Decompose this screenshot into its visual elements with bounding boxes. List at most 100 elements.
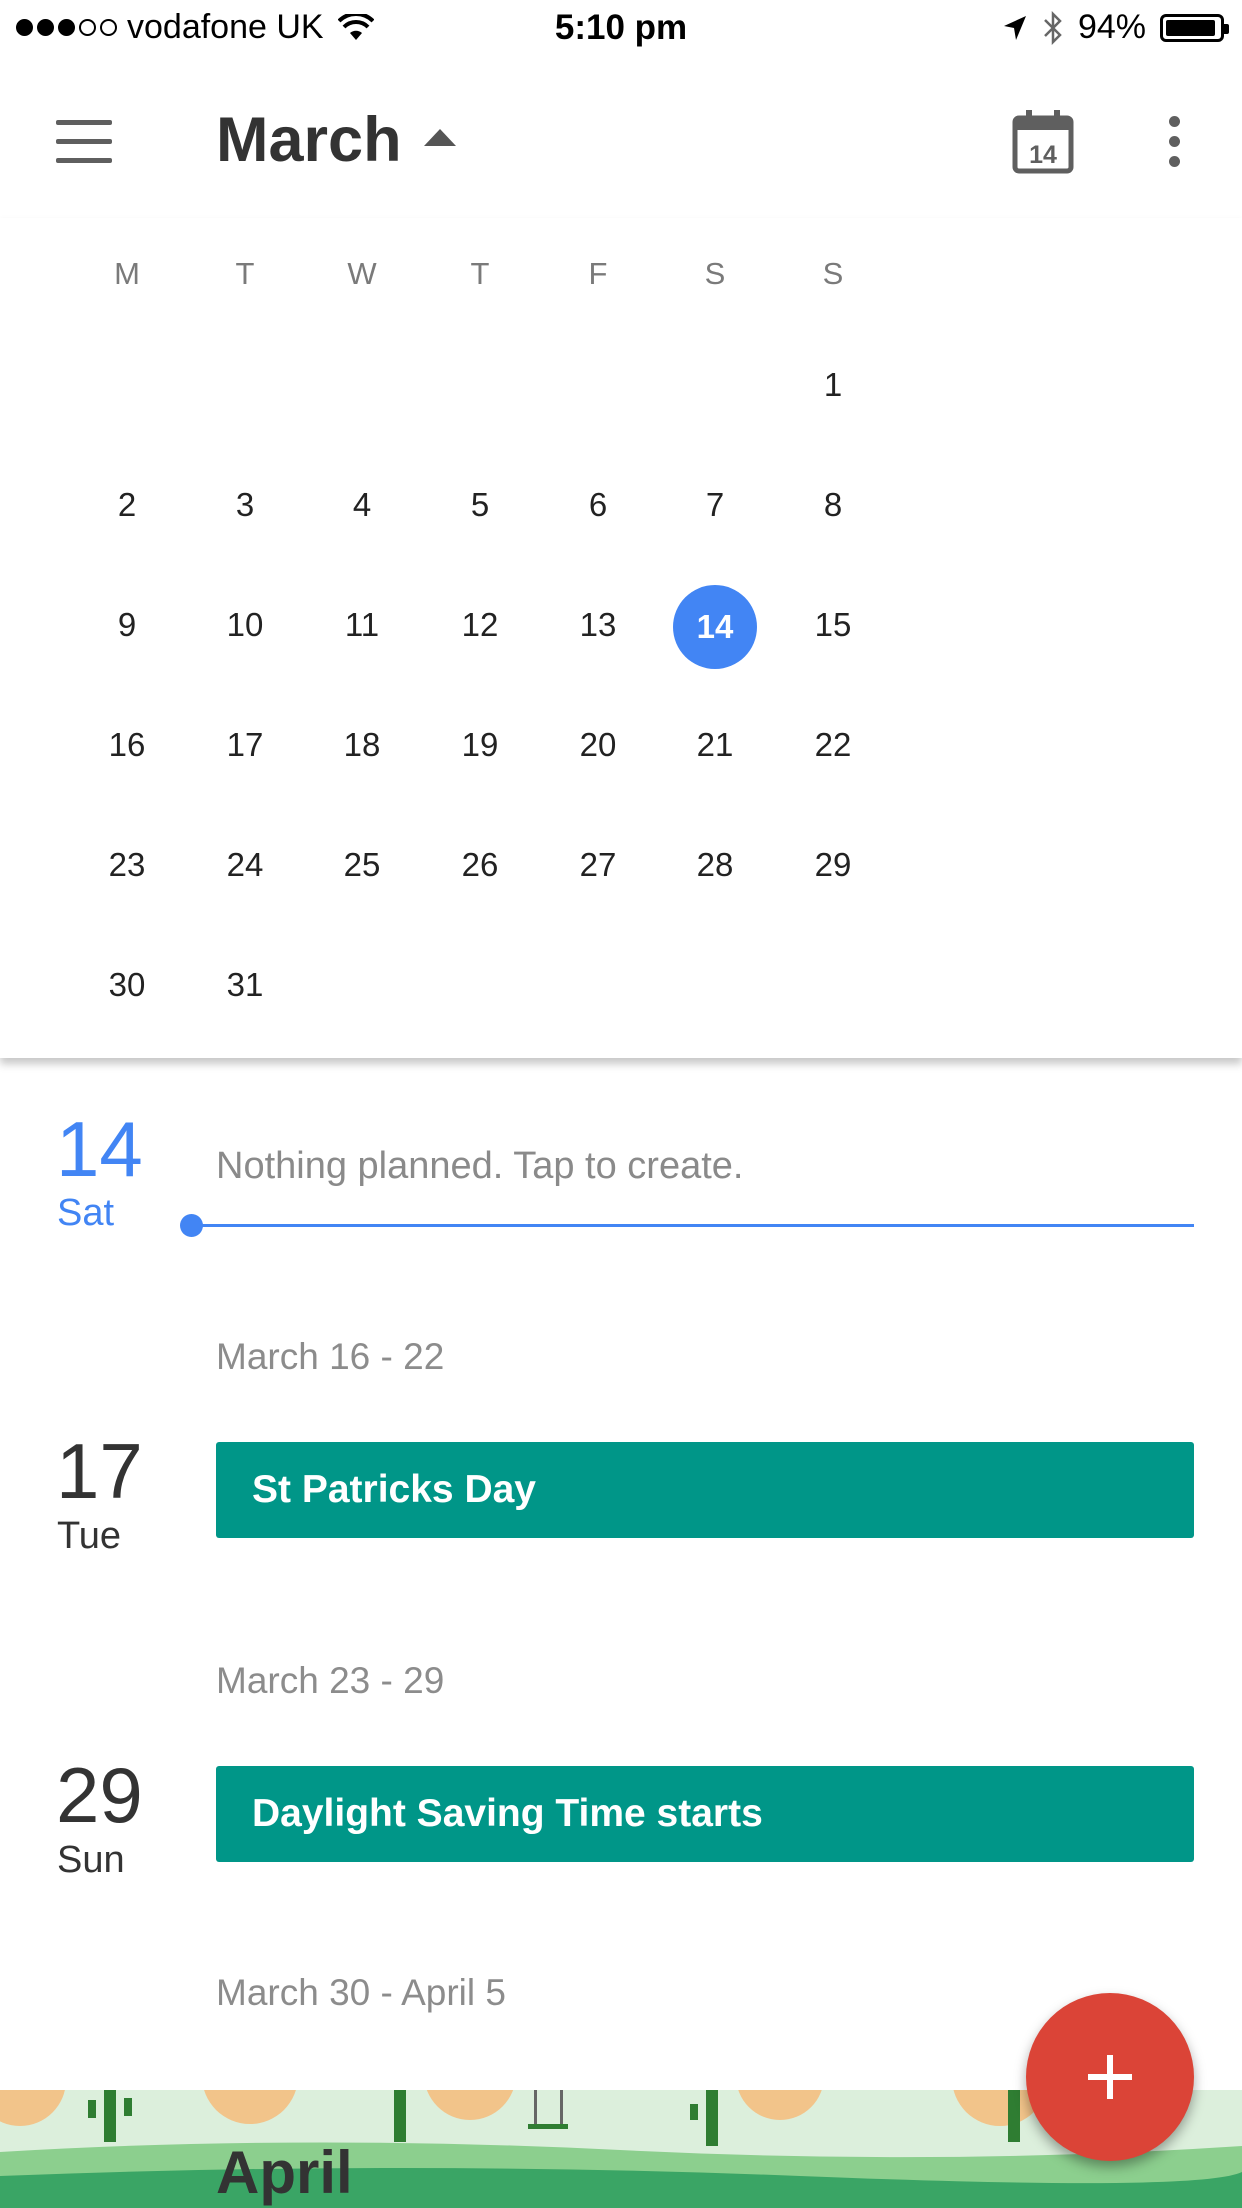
calendar-day-number: 18: [343, 726, 381, 763]
calendar-day-number: 10: [226, 606, 264, 643]
week-header: March 30 - April 5: [216, 1972, 506, 2013]
plus-icon-stroke: [1107, 2055, 1113, 2099]
today-icon-date: 14: [1029, 141, 1057, 169]
calendar-day[interactable]: 18: [302, 700, 422, 790]
calendar-day[interactable]: 11: [302, 580, 422, 670]
calendar-day-number: 23: [108, 846, 146, 883]
calendar-day-number: 26: [461, 846, 499, 883]
calendar-day[interactable]: 23: [67, 820, 187, 910]
weekday-label: S: [704, 256, 726, 291]
weekday-label: F: [588, 256, 608, 291]
month-calendar: MTWTFSS 1 2 3 4 5 6 7 8 9 10 11 12 13 14 15 16 17 18 19 20 2…: [0, 218, 1242, 1058]
status-right: 94%: [1002, 8, 1229, 47]
status-bar: vodafone UK 5:10 pm 94%: [0, 0, 1242, 62]
battery-percent: 94%: [1077, 8, 1146, 46]
week-header: March 16 - 22: [216, 1336, 445, 1377]
weekday-label: T: [470, 256, 490, 291]
agenda-date-number: 17: [56, 1427, 143, 1515]
calendar-day[interactable]: 8: [773, 460, 893, 550]
calendar-day[interactable]: 24: [185, 820, 305, 910]
calendar-day[interactable]: 16: [67, 700, 187, 790]
calendar-day-number: 13: [579, 606, 617, 643]
today-weekday: Sat: [57, 1192, 115, 1234]
calendar-day-number: 8: [823, 486, 843, 523]
weekday-label: S: [822, 256, 844, 291]
calendar-day[interactable]: 22: [773, 700, 893, 790]
weekday-label: M: [114, 256, 140, 291]
weekday-label: T: [235, 256, 255, 291]
calendar-day[interactable]: 28: [655, 820, 775, 910]
weekday-header: MTWTFSS: [0, 256, 1242, 296]
calendar-day[interactable]: 4: [302, 460, 422, 550]
calendar-day[interactable]: 13: [538, 580, 658, 670]
location-arrow-icon: [1003, 15, 1026, 40]
calendar-day-number: 20: [579, 726, 617, 763]
calendar-day[interactable]: 1: [773, 340, 893, 430]
calendar-day-number: 7: [705, 486, 725, 523]
calendar-day-number: 1: [823, 366, 843, 403]
calendar-day[interactable]: 26: [420, 820, 540, 910]
calendar-day-number: 15: [814, 606, 852, 643]
calendar-day[interactable]: 12: [420, 580, 540, 670]
calendar-day[interactable]: 30: [67, 940, 187, 1030]
create-event-placeholder[interactable]: Nothing planned. Tap to create.: [216, 1145, 743, 1188]
create-event-fab[interactable]: [1026, 1993, 1194, 2161]
calendar-day-number: 25: [343, 846, 381, 883]
caret-up-icon: [423, 128, 456, 146]
calendar-day-number: 19: [461, 726, 499, 763]
event-chip[interactable]: St Patricks Day: [216, 1442, 1194, 1538]
calendar-day[interactable]: 3: [185, 460, 305, 550]
calendar-day-number: 28: [696, 846, 734, 883]
today-calendar-icon[interactable]: 14: [1012, 108, 1074, 174]
calendar-day-number: 9: [117, 606, 137, 643]
calendar-day-number: 3: [235, 486, 255, 523]
calendar-day[interactable]: 29: [773, 820, 893, 910]
calendar-day-number: 22: [814, 726, 852, 763]
weekday-label: W: [347, 256, 377, 291]
calendar-day-number: 12: [461, 606, 499, 643]
calendar-day-number: 6: [588, 486, 608, 523]
more-vert-icon[interactable]: [1166, 116, 1182, 172]
calendar-day-selected[interactable]: 14: [655, 580, 775, 670]
current-time-line: [190, 1224, 1194, 1227]
calendar-day-number: 29: [814, 846, 852, 883]
calendar-day-number: 31: [226, 966, 264, 1003]
battery-icon: [1160, 13, 1229, 42]
calendar-day-number: 30: [108, 966, 146, 1003]
hamburger-menu-icon[interactable]: [56, 120, 112, 164]
calendar-day[interactable]: 27: [538, 820, 658, 910]
month-title: March: [216, 105, 402, 175]
calendar-day[interactable]: 21: [655, 700, 775, 790]
calendar-day[interactable]: 25: [302, 820, 422, 910]
month-banner-label: April: [216, 2139, 353, 2206]
calendar-day-number: 27: [579, 846, 617, 883]
today-date-number: 14: [56, 1105, 143, 1193]
calendar-day[interactable]: 17: [185, 700, 305, 790]
calendar-day[interactable]: 20: [538, 700, 658, 790]
calendar-day[interactable]: 19: [420, 700, 540, 790]
event-chip[interactable]: Daylight Saving Time starts: [216, 1766, 1194, 1862]
calendar-day-number: 17: [226, 726, 264, 763]
agenda-weekday: Sun: [57, 1839, 125, 1881]
agenda-weekday: Tue: [57, 1515, 122, 1557]
calendar-day-number: 14: [673, 585, 757, 670]
bluetooth-icon: [1044, 10, 1062, 45]
calendar-day-number: 5: [470, 486, 490, 523]
calendar-day[interactable]: 7: [655, 460, 775, 550]
calendar-day-number: 21: [696, 726, 734, 763]
week-header: March 23 - 29: [216, 1660, 445, 1701]
calendar-day[interactable]: 9: [67, 580, 187, 670]
calendar-day-number: 4: [352, 486, 372, 523]
calendar-day[interactable]: 5: [420, 460, 540, 550]
calendar-day-number: 24: [226, 846, 264, 883]
calendar-day[interactable]: 2: [67, 460, 187, 550]
calendar-day[interactable]: 6: [538, 460, 658, 550]
calendar-day[interactable]: 31: [185, 940, 305, 1030]
calendar-day-number: 16: [108, 726, 146, 763]
calendar-day-number: 11: [344, 606, 380, 643]
calendar-day[interactable]: 10: [185, 580, 305, 670]
calendar-day[interactable]: 15: [773, 580, 893, 670]
calendar-day-number: 2: [117, 486, 137, 523]
agenda-date-number: 29: [56, 1751, 143, 1839]
month-selector[interactable]: March: [216, 104, 456, 176]
